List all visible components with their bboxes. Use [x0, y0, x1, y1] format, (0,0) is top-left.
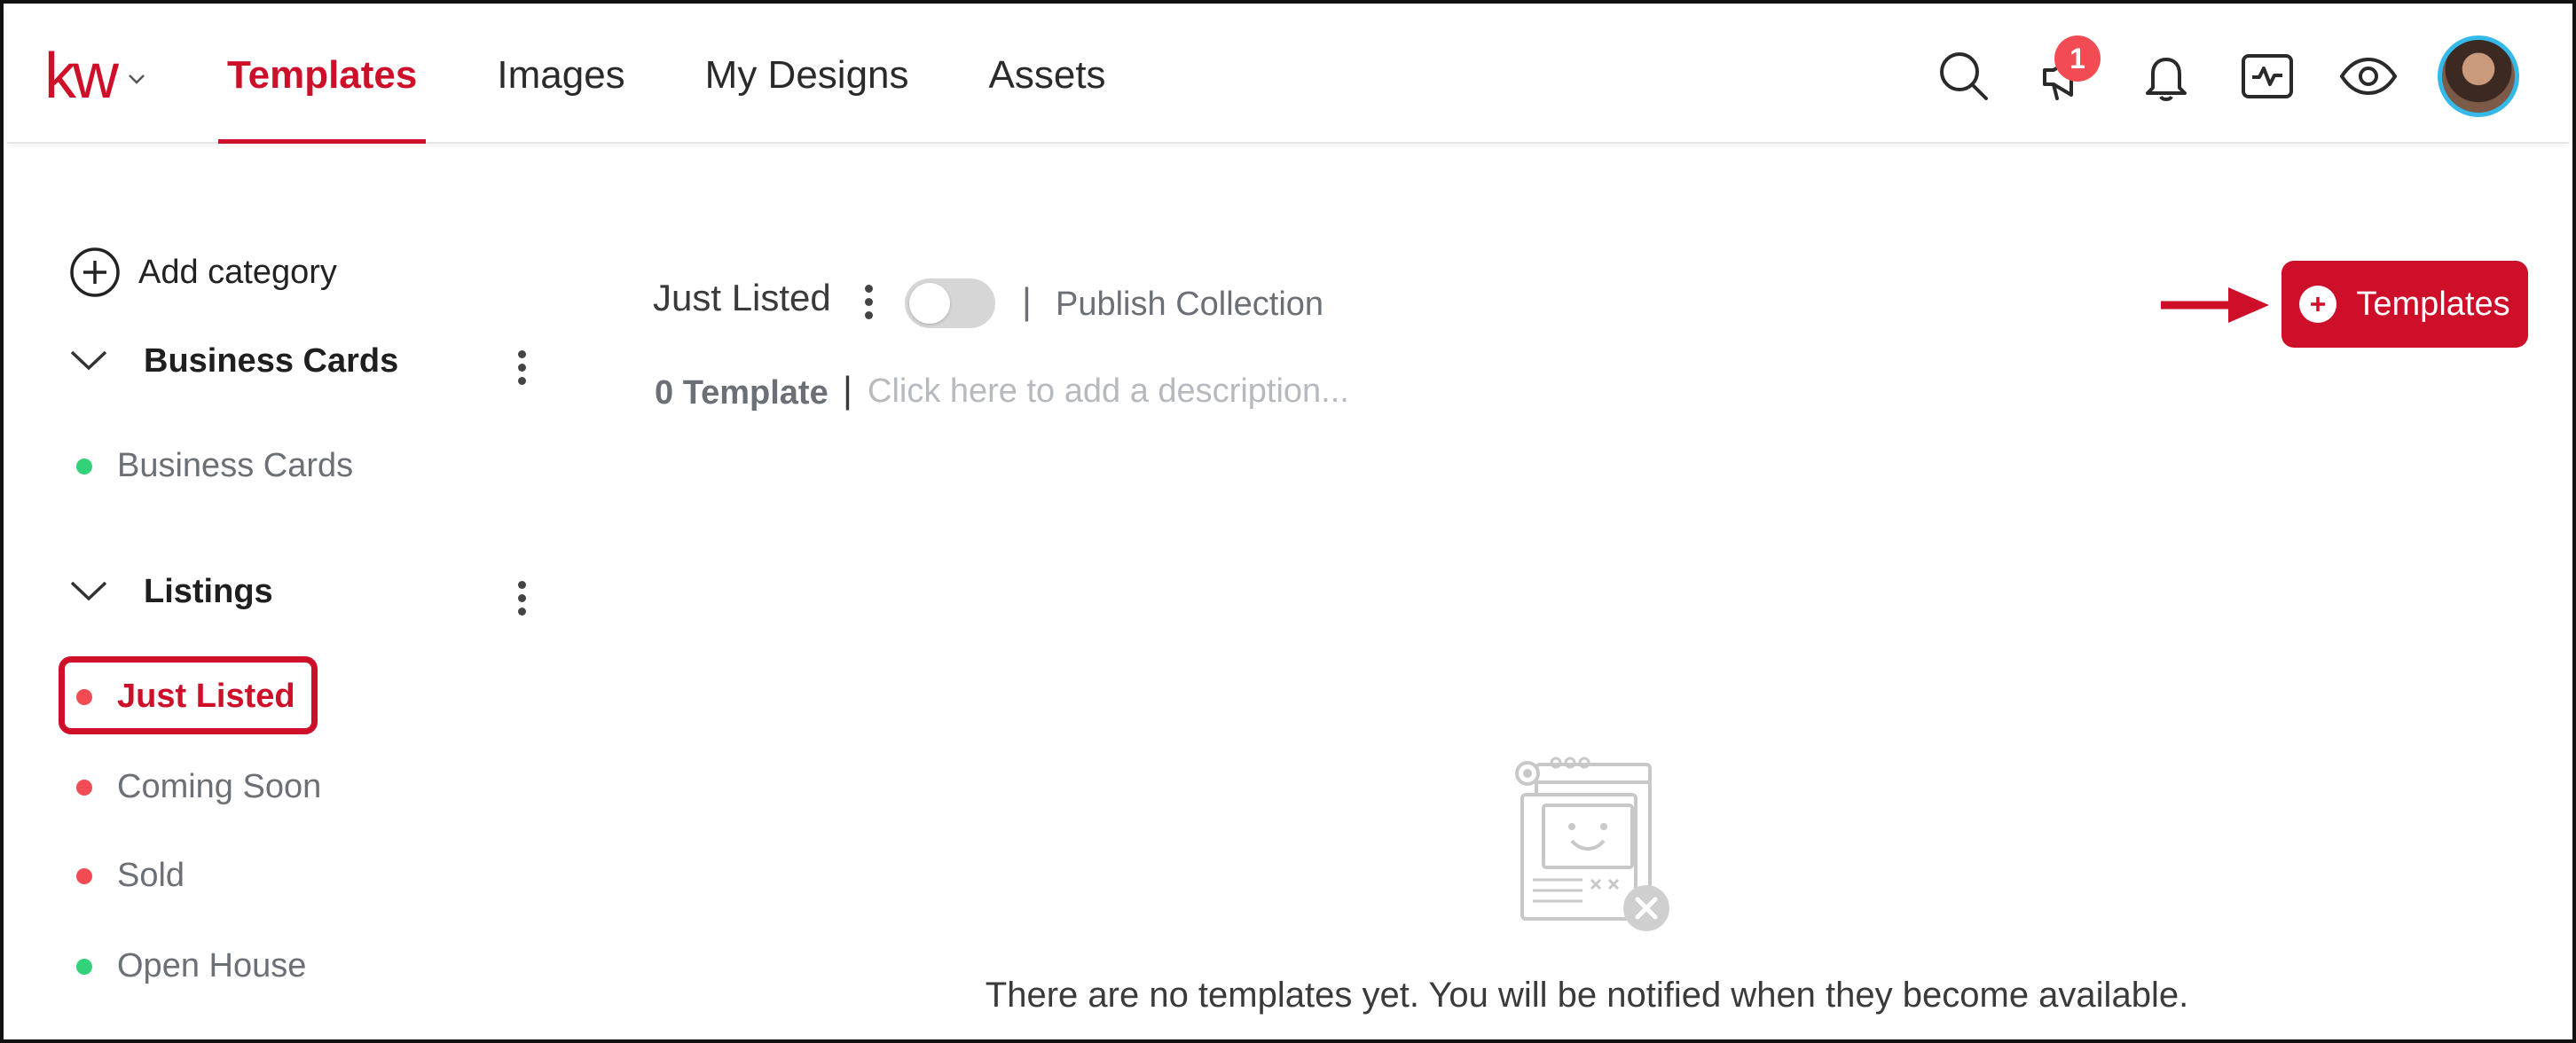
- group-header-business-cards: Business Cards: [69, 342, 398, 380]
- sidebar-item-open-house[interactable]: Open House: [76, 947, 306, 985]
- notification-badge: 1: [2054, 35, 2101, 82]
- collection-title[interactable]: Just Listed: [653, 277, 831, 319]
- sidebar-item-sold[interactable]: Sold: [76, 857, 185, 895]
- logo-text: kw: [44, 41, 119, 112]
- more-options-icon[interactable]: [504, 571, 539, 624]
- sidebar-item-label: Just Listed: [117, 678, 295, 715]
- empty-state-icon: [1515, 757, 1669, 931]
- tab-assets[interactable]: Assets: [989, 7, 1106, 144]
- chevron-down-icon[interactable]: [69, 342, 108, 380]
- status-dot: [76, 458, 92, 474]
- sidebar-item-coming-soon[interactable]: Coming Soon: [76, 768, 321, 806]
- header-actions: 1: [1898, 32, 2519, 121]
- megaphone-icon[interactable]: 1: [2030, 35, 2101, 112]
- template-count: 0 Template: [655, 374, 829, 412]
- activity-icon[interactable]: [2232, 41, 2303, 112]
- top-nav-bar: kw Templates Images My Designs Assets 1: [7, 7, 2569, 144]
- group-header-listings: Listings: [69, 573, 273, 611]
- description-field[interactable]: Click here to add a description...: [868, 372, 1349, 411]
- status-dot: [76, 688, 92, 705]
- add-templates-label: Templates: [2356, 285, 2510, 323]
- sidebar-item-just-listed[interactable]: Just Listed: [76, 678, 295, 716]
- app-frame: kw Templates Images My Designs Assets 1: [0, 0, 2576, 1043]
- publish-collection-label[interactable]: Publish Collection: [1056, 286, 1323, 324]
- sidebar-item-label: Sold: [117, 857, 185, 894]
- tab-my-designs[interactable]: My Designs: [705, 7, 909, 144]
- toggle-knob: [909, 283, 950, 324]
- more-options-icon[interactable]: [504, 341, 539, 394]
- eye-icon[interactable]: [2333, 41, 2404, 112]
- status-dot: [76, 958, 92, 975]
- sidebar-item-label: Open House: [117, 947, 307, 984]
- category-sidebar: Add category Business Cards Business Car…: [7, 145, 575, 1043]
- add-category-button[interactable]: Add category: [69, 247, 337, 298]
- group-title: Listings: [144, 573, 273, 610]
- tab-images[interactable]: Images: [497, 7, 624, 144]
- separator: |: [843, 369, 852, 411]
- add-category-label: Add category: [138, 253, 337, 291]
- tab-templates[interactable]: Templates: [217, 7, 427, 144]
- status-dot: [76, 867, 92, 884]
- sidebar-item-label: Coming Soon: [117, 768, 322, 805]
- chevron-down-icon: [128, 73, 145, 90]
- status-dot: [76, 779, 92, 796]
- sidebar-item-business-cards[interactable]: Business Cards: [76, 447, 353, 485]
- sidebar-item-label: Business Cards: [117, 447, 354, 484]
- empty-state-message: There are no templates yet. You will be …: [985, 976, 2189, 1015]
- group-title: Business Cards: [144, 342, 399, 380]
- separator: |: [1022, 280, 1032, 322]
- plus-circle-icon: [70, 247, 120, 297]
- chevron-down-icon[interactable]: [69, 573, 108, 611]
- arrow-right-icon: [2161, 287, 2269, 323]
- more-options-icon[interactable]: [855, 275, 882, 328]
- publish-toggle[interactable]: [905, 278, 995, 328]
- avatar[interactable]: [2438, 35, 2519, 117]
- plus-icon: [2299, 286, 2337, 323]
- search-icon[interactable]: [1928, 41, 1999, 112]
- main-nav: Templates Images My Designs Assets: [217, 7, 1186, 144]
- add-templates-button[interactable]: Templates: [2281, 261, 2528, 348]
- bell-icon[interactable]: [2131, 41, 2202, 112]
- brand-logo[interactable]: kw: [44, 44, 145, 108]
